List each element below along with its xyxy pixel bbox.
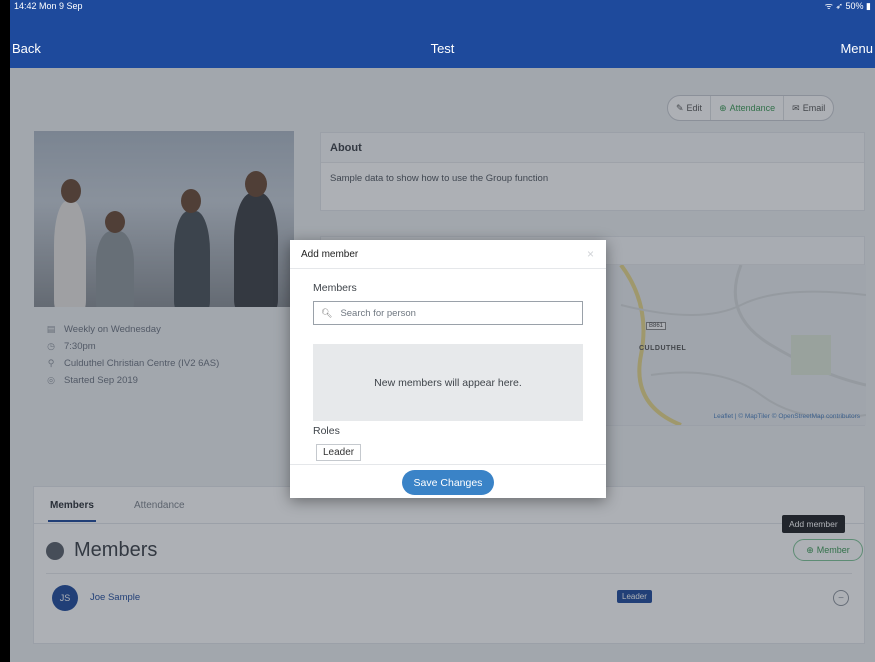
modal-header: Add member × — [290, 240, 606, 269]
search-icon: 🔍︎ — [321, 307, 333, 318]
roles-label: Roles — [313, 425, 340, 437]
close-icon[interactable]: × — [587, 247, 594, 261]
status-time: 14:42 Mon 9 Sep — [14, 1, 83, 11]
page-title: Test — [430, 41, 455, 56]
modal-title: Add member — [301, 249, 359, 260]
add-member-modal: Add member × Members 🔍︎ New members will… — [290, 240, 606, 498]
status-bar: 14:42 Mon 9 Sep ᯤ ➶ 50% ▮ — [10, 0, 875, 13]
members-label: Members — [313, 282, 357, 294]
menu-button[interactable]: Menu — [840, 41, 873, 56]
modal-divider — [290, 464, 606, 465]
save-changes-button[interactable]: Save Changes — [402, 470, 494, 495]
empty-state-text: New members will appear here. — [374, 376, 522, 389]
search-field[interactable]: 🔍︎ — [313, 301, 583, 325]
search-input[interactable] — [340, 307, 561, 319]
status-indicators: ᯤ ➶ 50% ▮ — [824, 1, 871, 11]
new-members-list: New members will appear here. — [313, 344, 583, 421]
app-screen: 14:42 Mon 9 Sep ᯤ ➶ 50% ▮ Back Test Menu… — [10, 0, 875, 662]
role-option-leader[interactable]: Leader — [316, 444, 362, 461]
nav-bar: Back Test Menu — [10, 13, 875, 68]
